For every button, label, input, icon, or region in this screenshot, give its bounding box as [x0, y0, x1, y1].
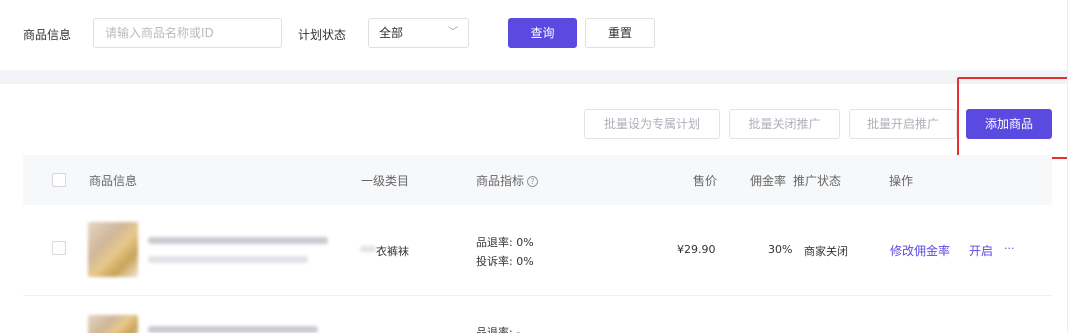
product-id-blurred [148, 256, 308, 263]
product-filter-label: 商品信息 [23, 28, 72, 42]
plan-status-value: 全部 [379, 26, 404, 40]
header-product: 商品信息 [89, 174, 138, 188]
select-all-checkbox[interactable] [52, 173, 66, 187]
product-image[interactable] [88, 315, 138, 333]
edit-commission-link[interactable]: 修改佣金率 [890, 242, 950, 259]
row-checkbox[interactable] [52, 241, 66, 255]
product-search-input[interactable]: 请输入商品名称或ID [93, 18, 282, 48]
row-price: ¥29.90 [677, 243, 716, 256]
row-return-rate: 品退率: - [476, 326, 521, 333]
plan-status-label: 计划状态 [298, 28, 347, 42]
product-title-blurred [148, 237, 328, 244]
row-status: 商家关闭 [804, 245, 848, 258]
header-metrics-label: 商品指标 [476, 174, 525, 188]
batch-open-promotion-button[interactable]: 批量开启推广 [849, 109, 957, 139]
product-title-blurred [148, 326, 318, 333]
row-complaint-rate: 投诉率: 0% [476, 255, 534, 268]
header-price: 售价 [693, 174, 718, 188]
query-button[interactable]: 查询 [508, 18, 577, 48]
row-category: 衣裤袜 [376, 245, 409, 258]
row-divider [23, 295, 1052, 296]
header-commission: 佣金率 [750, 174, 787, 188]
table-header: 商品信息 一级类目 商品指标? 售价 佣金率 推广状态 操作 [23, 155, 1052, 205]
header-actions: 操作 [889, 174, 914, 188]
reset-button[interactable]: 重置 [585, 18, 655, 48]
more-actions-icon[interactable]: ··· [1004, 242, 1015, 255]
vertical-scrollbar[interactable] [1067, 0, 1084, 333]
batch-set-exclusive-button[interactable]: 批量设为专属计划 [584, 109, 720, 139]
row-commission: 30% [768, 243, 793, 256]
row-return-rate: 品退率: 0% [476, 236, 534, 249]
plan-status-select[interactable]: 全部 ﹀ [368, 18, 469, 48]
highlight-annotation [957, 77, 1076, 159]
open-promotion-link[interactable]: 开启 [969, 242, 993, 259]
header-metrics: 商品指标? [476, 172, 539, 189]
help-icon[interactable]: ? [527, 176, 539, 187]
batch-close-promotion-button[interactable]: 批量关闭推广 [729, 109, 840, 139]
header-status: 推广状态 [793, 174, 842, 188]
product-image[interactable] [88, 222, 138, 277]
chevron-down-icon: ﹀ [448, 27, 458, 38]
filter-panel: 商品信息 请输入商品名称或ID 计划状态 全部 ﹀ 查询 重置 [0, 0, 1067, 70]
category-prefix-blurred [360, 246, 376, 252]
header-category: 一级类目 [361, 174, 410, 188]
